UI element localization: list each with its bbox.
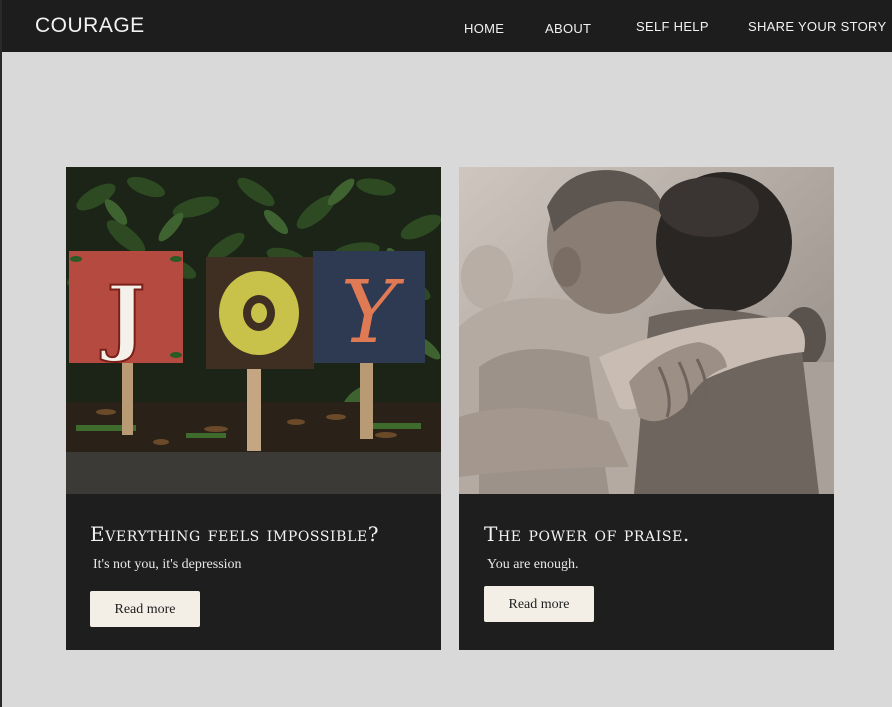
article-card-depression: J O Y Everything feels impossible? It's … <box>66 167 441 650</box>
article-card-praise: The power of praise. You are enough. Rea… <box>459 167 834 650</box>
page: COURAGE HOME ABOUT SELF HELP SHARE YOUR … <box>0 0 892 707</box>
embracing-couple-photo <box>459 167 834 494</box>
top-navbar: COURAGE HOME ABOUT SELF HELP SHARE YOUR … <box>2 0 892 52</box>
nav-link-share-your-story[interactable]: SHARE YOUR STORY <box>748 19 886 34</box>
nav-link-home[interactable]: HOME <box>464 21 504 36</box>
brand-logo[interactable]: COURAGE <box>35 14 145 38</box>
card-subtitle: It's not you, it's depression <box>93 557 242 572</box>
card-title: The power of praise. <box>484 522 690 546</box>
joy-letter-j: J <box>101 269 146 365</box>
nav-link-self-help[interactable]: SELF HELP <box>636 19 709 34</box>
joy-letter-y: Y <box>341 263 405 363</box>
read-more-button[interactable]: Read more <box>484 586 594 622</box>
read-more-button[interactable]: Read more <box>90 591 200 627</box>
card-subtitle: You are enough. <box>487 557 579 572</box>
card-title: Everything feels impossible? <box>90 522 380 546</box>
joy-signs-photo: J O Y <box>66 167 441 494</box>
nav-link-about[interactable]: ABOUT <box>545 21 591 36</box>
